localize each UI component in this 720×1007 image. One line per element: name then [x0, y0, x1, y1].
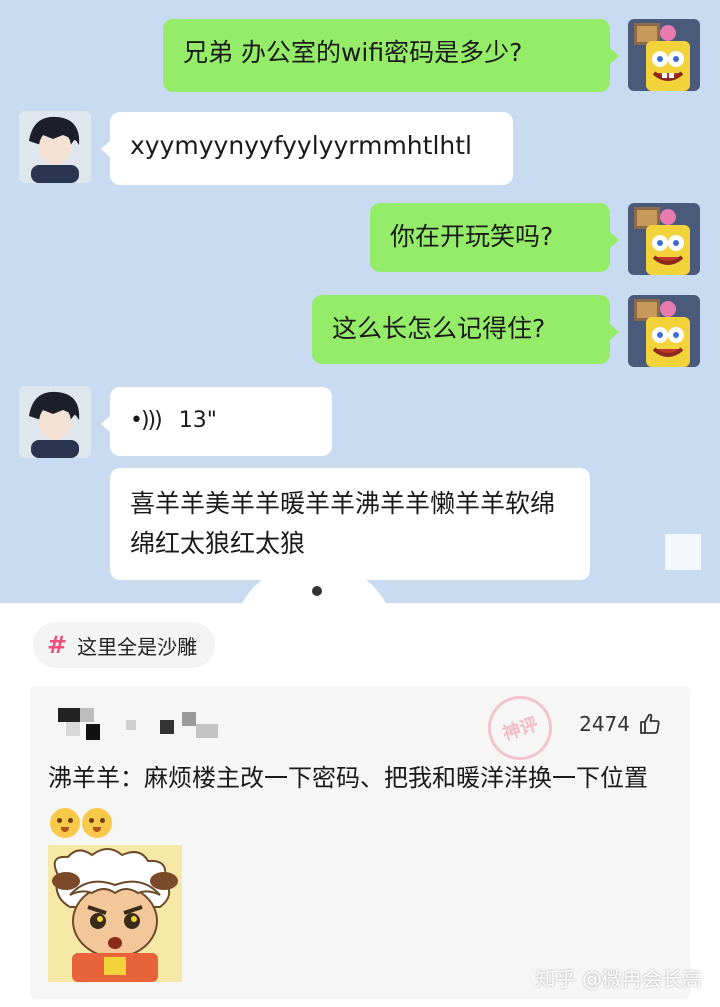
pleading-face-icon [82, 808, 112, 838]
sticker-image[interactable] [48, 845, 182, 982]
mosaic-username [182, 712, 196, 726]
my-avatar[interactable] [628, 295, 700, 367]
friend-avatar[interactable] [19, 386, 91, 458]
friend-avatar[interactable] [19, 111, 91, 183]
my-avatar[interactable] [628, 19, 700, 91]
message-text: xyymyynyyfyylyyrmmhtlhtl [130, 131, 472, 160]
hashtag-icon: # [47, 631, 68, 659]
bubble-tail [609, 47, 619, 65]
like-count: 2474 [579, 712, 630, 736]
chat-bubble-outgoing[interactable]: 你在开玩笑吗? [370, 203, 619, 272]
pleading-face-icon [50, 808, 80, 838]
mosaic-username [196, 724, 218, 738]
mosaic-username [58, 708, 80, 722]
mosaic-username [66, 722, 80, 736]
message-text: 喜羊羊美羊羊暖羊羊沸羊羊懒羊羊软绵绵红太狼红太狼 [130, 489, 556, 558]
bubble-tail [609, 231, 619, 249]
chat-bubble-incoming[interactable]: xyymyynyyfyylyyrmmhtlhtl [101, 112, 513, 185]
message-text: 你在开玩笑吗? [390, 222, 554, 251]
mosaic-username [160, 720, 174, 734]
chat-bubble-outgoing[interactable]: 这么长怎么记得住? [312, 295, 619, 364]
bubble-tail [101, 140, 111, 158]
chat-bubble-outgoing[interactable]: 兄弟 办公室的wifi密码是多少? [163, 19, 619, 92]
like-counter[interactable]: 2474 [579, 712, 662, 736]
bubble-tail [609, 323, 619, 341]
watermark-text: 知乎 @微冉会长高 [535, 967, 702, 991]
chat-bubble-incoming[interactable]: 喜羊羊美羊羊暖羊羊沸羊羊懒羊羊软绵绵红太狼红太狼 [110, 468, 590, 580]
voice-message-bubble[interactable]: •))) 13" [101, 387, 332, 456]
message-text: 兄弟 办公室的wifi密码是多少? [183, 38, 523, 67]
topic-label: 这里全是沙雕 [77, 634, 198, 659]
bubble-tail [101, 415, 111, 433]
topic-tag[interactable]: # 这里全是沙雕 [33, 622, 216, 668]
voice-duration: 13" [178, 408, 217, 433]
my-avatar[interactable] [628, 203, 700, 275]
chat-screenshot: 兄弟 办公室的wifi密码是多少? xyymyynyyfyylyyrmmhtlh… [0, 0, 720, 603]
mosaic-username [86, 724, 100, 740]
sheep-sticker-icon [48, 845, 182, 982]
mosaic-username [80, 708, 94, 722]
comment-body: 沸羊羊：麻烦楼主改一下密码、把我和暖洋洋换一下位置 [48, 764, 648, 792]
voice-wave-icon: •))) [130, 408, 163, 433]
thumbs-up-icon [640, 713, 660, 734]
comment-text: 沸羊羊：麻烦楼主改一下密码、把我和暖洋洋换一下位置 [48, 756, 668, 844]
message-text: 这么长怎么记得住? [332, 314, 546, 343]
stamp-text: 神评 [500, 713, 541, 745]
mosaic-username [126, 720, 136, 730]
blurred-square [665, 534, 701, 570]
